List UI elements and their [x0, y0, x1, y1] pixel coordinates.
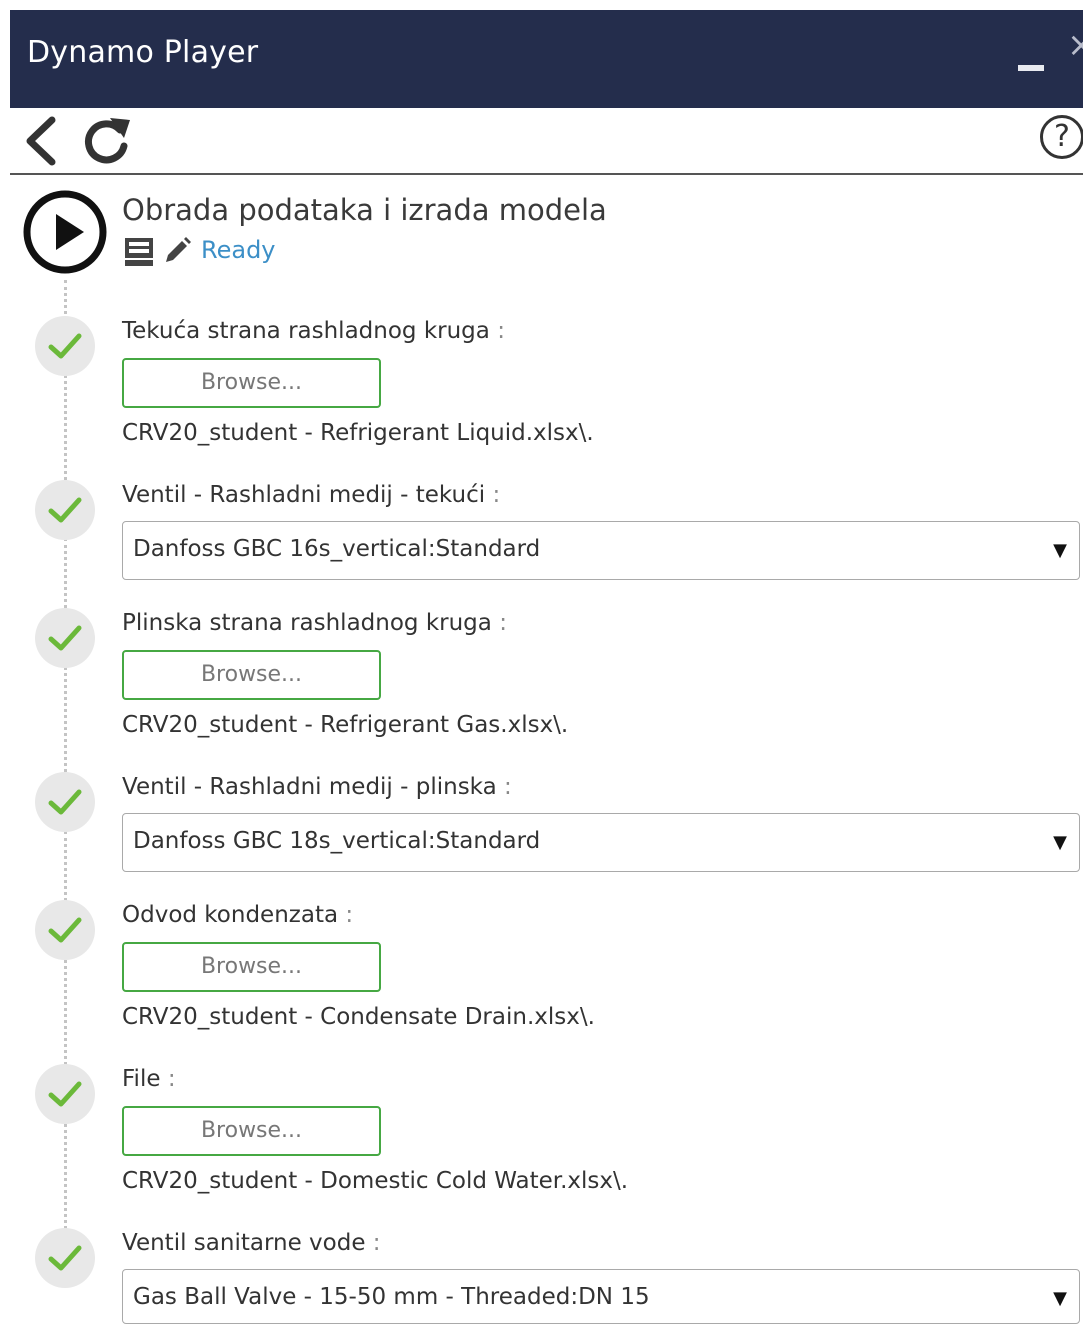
- graph-title: Obrada podataka i izrada modela: [122, 193, 607, 227]
- check-icon: [35, 480, 95, 540]
- dropdown-value: Danfoss GBC 16s_vertical:Standard: [133, 536, 541, 562]
- toolbar: [10, 108, 1083, 174]
- check-icon: [35, 900, 95, 960]
- step-connector: [64, 960, 67, 1065]
- file-path: CRV20_student - Condensate Drain.xlsx\.: [122, 1004, 595, 1030]
- window-title: Dynamo Player: [27, 35, 259, 70]
- file-path: CRV20_student - Refrigerant Liquid.xlsx\…: [122, 420, 594, 446]
- file-path: CRV20_student - Refrigerant Gas.xlsx\.: [122, 712, 569, 738]
- step-connector: [64, 831, 67, 901]
- edit-icon[interactable]: [162, 236, 192, 266]
- play-button[interactable]: [22, 189, 108, 275]
- close-button[interactable]: ×: [1067, 28, 1083, 62]
- step-connector: [64, 1124, 67, 1229]
- back-icon[interactable]: [20, 114, 64, 168]
- family-type-dropdown[interactable]: Danfoss GBC 16s_vertical:Standard ▼: [122, 521, 1080, 580]
- step-connector: [64, 375, 67, 480]
- browse-button[interactable]: Browse...: [122, 1106, 381, 1156]
- check-icon: [35, 608, 95, 668]
- minimize-button[interactable]: [1018, 65, 1044, 71]
- check-icon: [35, 1064, 95, 1124]
- input-label: Odvod kondenzata :: [122, 902, 354, 928]
- toolbar-divider: [10, 173, 1083, 175]
- check-icon: [35, 772, 95, 832]
- input-label: Ventil sanitarne vode :: [122, 1230, 381, 1256]
- status-text: Ready: [201, 236, 276, 264]
- browse-button[interactable]: Browse...: [122, 942, 381, 992]
- step-connector: [64, 538, 67, 608]
- refresh-icon[interactable]: [80, 114, 134, 168]
- input-label: Plinska strana rashladnog kruga :: [122, 610, 507, 636]
- file-path: CRV20_student - Domestic Cold Water.xlsx…: [122, 1168, 629, 1194]
- title-bar: Dynamo Player ×: [10, 10, 1083, 108]
- dropdown-arrow-icon[interactable]: ▼: [1053, 1288, 1067, 1309]
- dropdown-arrow-icon[interactable]: ▼: [1053, 832, 1067, 853]
- step-connector: [64, 280, 67, 320]
- step-connector: [64, 667, 67, 772]
- input-label: Ventil - Rashladni medij - plinska :: [122, 774, 512, 800]
- input-label: Tekuća strana rashladnog kruga :: [122, 318, 505, 344]
- dropdown-value: Danfoss GBC 18s_vertical:Standard: [133, 828, 541, 854]
- browse-button[interactable]: Browse...: [122, 650, 381, 700]
- dropdown-value: Gas Ball Valve - 15-50 mm - Threaded:DN …: [133, 1284, 650, 1310]
- input-label: File :: [122, 1066, 176, 1092]
- check-icon: [35, 1228, 95, 1288]
- browse-button[interactable]: Browse...: [122, 358, 381, 408]
- help-icon[interactable]: ?: [1040, 115, 1083, 159]
- family-type-dropdown[interactable]: Gas Ball Valve - 15-50 mm - Threaded:DN …: [122, 1269, 1080, 1324]
- check-icon: [35, 316, 95, 376]
- input-label: Ventil - Rashladni medij - tekući :: [122, 482, 501, 508]
- family-type-dropdown[interactable]: Danfoss GBC 18s_vertical:Standard ▼: [122, 813, 1080, 872]
- dropdown-arrow-icon[interactable]: ▼: [1053, 540, 1067, 561]
- save-inputs-icon[interactable]: [124, 236, 156, 268]
